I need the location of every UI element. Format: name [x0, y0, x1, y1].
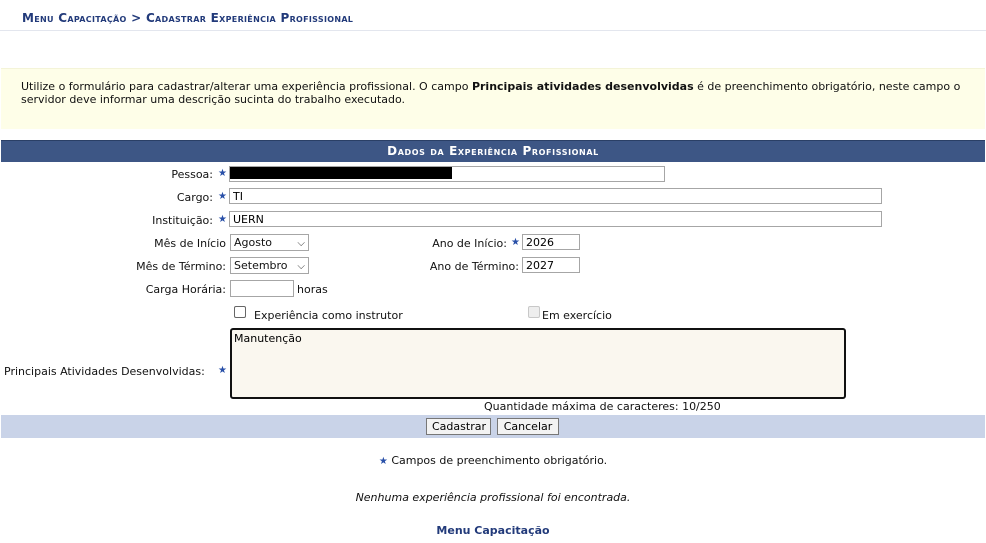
required-star-icon: ★: [218, 365, 227, 376]
char-count: Quantidade máxima de caracteres: 10/250: [484, 400, 721, 413]
top-bar: Menu Capacitação > Cadastrar Experiência…: [0, 0, 986, 31]
cargo-field[interactable]: [229, 188, 882, 204]
form-header: Dados da Experiência Profissional: [1, 140, 985, 162]
pessoa-label: Pessoa:: [171, 168, 213, 181]
cancelar-button[interactable]: Cancelar: [497, 418, 559, 435]
ano-termino-field[interactable]: [522, 257, 580, 273]
instituicao-label: Instituição:: [152, 214, 213, 227]
ano-termino-label: Ano de Término:: [429, 260, 519, 273]
mes-inicio-select[interactable]: Agosto ⌵: [230, 234, 309, 251]
chevron-down-icon: ⌵: [297, 238, 305, 249]
required-star-icon: ★: [511, 237, 520, 248]
carga-horaria-unit: horas: [297, 283, 328, 296]
atividades-textarea[interactable]: Manutenção: [230, 328, 846, 399]
required-star-icon: ★: [218, 191, 227, 202]
button-bar: [1, 415, 985, 438]
required-star-icon: ★: [218, 214, 227, 225]
em-exercicio-checkbox-label: Em exercício: [542, 309, 612, 322]
info-box: Utilize o formulário para cadastrar/alte…: [1, 68, 985, 129]
atividades-label: Principais Atividades Desenvolvidas:: [4, 365, 205, 378]
info-text: Utilize o formulário para cadastrar/alte…: [21, 80, 961, 106]
carga-horaria-field[interactable]: [230, 280, 294, 297]
ano-inicio-field[interactable]: [522, 234, 580, 250]
instituicao-field[interactable]: [229, 211, 882, 227]
required-star-icon: ★: [378, 456, 388, 467]
required-note: ★ Campos de preenchimento obrigatório.: [378, 454, 608, 467]
chevron-down-icon: ⌵: [297, 261, 305, 272]
instrutor-checkbox[interactable]: [234, 306, 246, 318]
em-exercicio-checkbox[interactable]: [528, 306, 540, 318]
menu-capacitacao-link[interactable]: Menu Capacitação: [0, 524, 986, 537]
redacted-name-block: [230, 167, 452, 179]
mes-inicio-label: Mês de Início: [154, 237, 226, 250]
mes-termino-select[interactable]: Setembro ⌵: [230, 257, 309, 274]
carga-horaria-label: Carga Horária:: [145, 283, 226, 296]
required-star-icon: ★: [218, 168, 227, 179]
cargo-label: Cargo:: [176, 191, 213, 204]
info-required-field: Principais atividades desenvolvidas: [471, 80, 694, 93]
breadcrumb: Menu Capacitação > Cadastrar Experiência…: [22, 11, 354, 25]
mes-termino-label: Mês de Término:: [136, 260, 226, 273]
cadastrar-button[interactable]: Cadastrar: [426, 418, 491, 435]
ano-inicio-label: Ano de Início:: [432, 237, 507, 250]
instrutor-checkbox-label: Experiência como instrutor: [254, 309, 403, 322]
empty-message: Nenhuma experiência profissional foi enc…: [355, 491, 631, 504]
